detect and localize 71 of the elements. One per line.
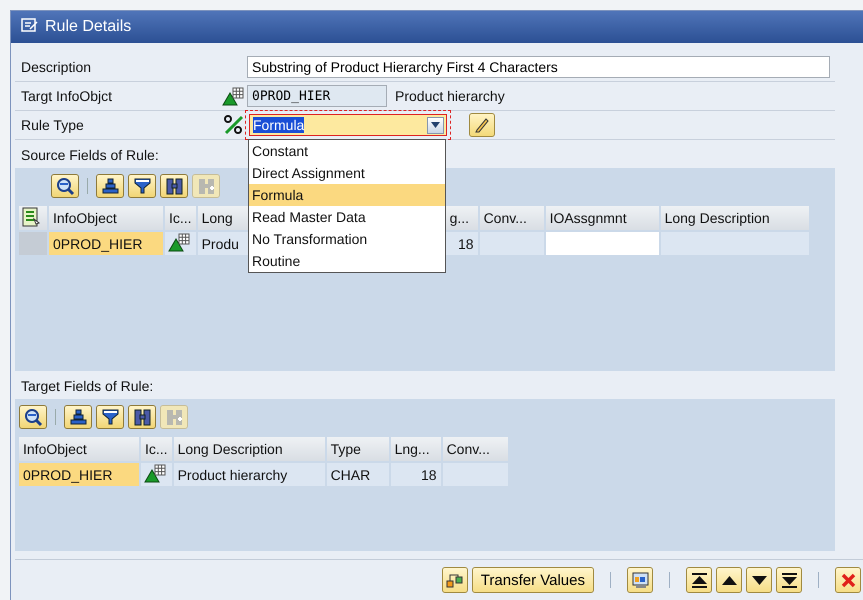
caret-down-icon[interactable] — [431, 122, 440, 128]
infoobject-icon — [143, 463, 167, 483]
toolbar-button[interactable] — [160, 174, 188, 198]
first-page-button[interactable] — [686, 567, 712, 593]
toolbar-button[interactable] — [96, 405, 124, 429]
filter-icon — [132, 176, 152, 196]
column-header[interactable]: IOAssgnmnt — [546, 206, 659, 230]
table-cell: 18 — [446, 232, 478, 255]
table-cell: Product hierarchy — [174, 463, 325, 486]
column-header[interactable]: InfoObject — [19, 437, 139, 461]
table-cell: CHAR — [326, 463, 389, 486]
binoculars-plus-icon — [164, 408, 184, 426]
layout-icon — [632, 572, 648, 588]
pencil-icon — [474, 117, 490, 133]
transfer-icon — [446, 572, 464, 588]
toolbar-button[interactable] — [19, 405, 47, 429]
layout-button[interactable] — [627, 567, 653, 593]
column-header[interactable]: Lng... — [390, 437, 441, 461]
toolbar-button[interactable] — [128, 174, 156, 198]
last-page-button[interactable] — [776, 567, 802, 593]
arrow-down-button[interactable] — [746, 567, 772, 593]
close-icon — [840, 572, 856, 588]
column-header[interactable]: Ic... — [141, 437, 172, 461]
infoobject-description: Product hierarchy — [395, 88, 505, 104]
field-label: Rule Type — [20, 117, 85, 133]
infoobject-icon — [221, 86, 245, 106]
column-header[interactable]: Long Description — [660, 206, 809, 230]
binoculars-icon — [132, 408, 152, 426]
layout-icon[interactable] — [21, 206, 41, 226]
transfer-values-button[interactable]: Transfer Values — [472, 567, 594, 593]
table-cell: 18 — [390, 463, 441, 486]
toolbar-button[interactable] — [51, 174, 79, 198]
dropdown-option[interactable]: Read Master Data — [249, 206, 445, 228]
arrow-up-button[interactable] — [716, 567, 742, 593]
column-header[interactable]: Long Description — [174, 437, 325, 461]
infoobject-field[interactable]: 0PROD_HIER — [247, 85, 387, 107]
window-title: Rule Details — [45, 18, 132, 36]
dropdown-option[interactable]: Direct Assignment — [249, 162, 445, 184]
percent-icon — [223, 114, 245, 136]
sort-ascending-icon — [68, 408, 88, 426]
toolbar-button[interactable] — [128, 405, 156, 429]
description-field[interactable]: Substring of Product Hierarchy First 4 Characters — [247, 56, 830, 78]
binoculars-plus-icon — [196, 176, 216, 196]
details-magnifier-icon — [24, 408, 42, 426]
column-header[interactable]: Conv... — [480, 206, 544, 230]
edit-button[interactable] — [469, 113, 495, 137]
column-header[interactable]: Type — [326, 437, 389, 461]
first-page-icon — [690, 572, 708, 588]
dropdown-option[interactable]: Formula — [249, 184, 445, 206]
column-header[interactable]: Conv... — [442, 437, 508, 461]
close-button[interactable] — [835, 567, 861, 593]
column-header[interactable]: Ic... — [165, 206, 196, 230]
sort-ascending-icon — [100, 176, 120, 196]
infoobject-icon — [167, 232, 191, 252]
field-label: Description — [20, 59, 92, 75]
transfer-button[interactable] — [442, 567, 468, 593]
table-cell: 0PROD_HIER — [49, 232, 163, 255]
toolbar-button[interactable] — [64, 405, 92, 429]
dropdown-option[interactable]: Constant — [249, 140, 445, 162]
section-title: Source Fields of Rule: — [21, 146, 159, 165]
window-icon — [21, 16, 39, 32]
table-cell: 0PROD_HIER — [19, 463, 139, 486]
filter-icon — [100, 408, 120, 426]
binoculars-icon — [164, 176, 184, 196]
field-label: Targt InfoObjct — [20, 88, 114, 104]
toolbar-button[interactable] — [96, 174, 124, 198]
column-header[interactable]: g... — [446, 206, 478, 230]
section-title: Target Fields of Rule: — [21, 377, 154, 396]
details-magnifier-icon — [56, 176, 74, 196]
last-page-icon — [780, 572, 798, 588]
column-header[interactable]: InfoObject — [49, 206, 163, 230]
